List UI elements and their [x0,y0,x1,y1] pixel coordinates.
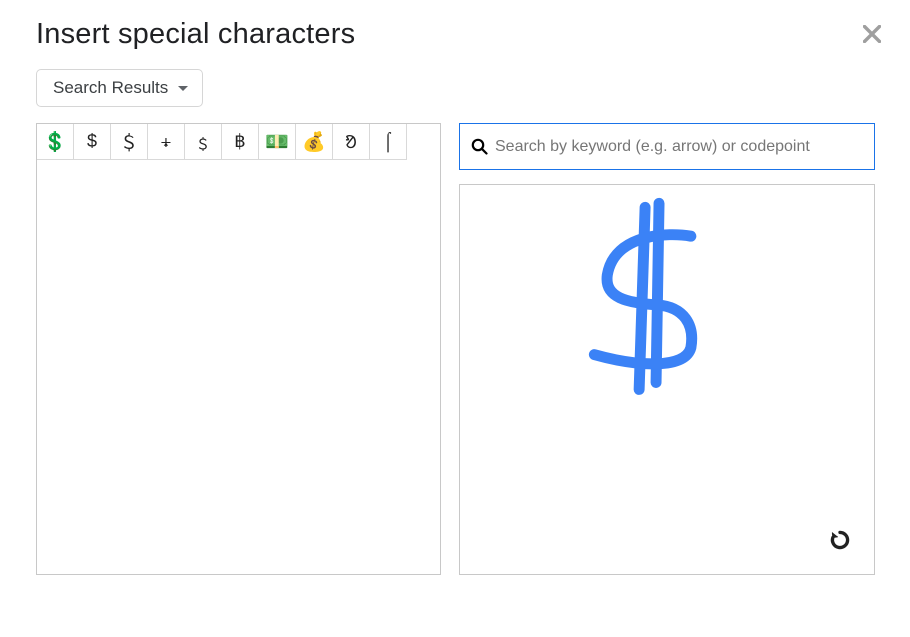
panels: 💲$＄⨨﹩฿💵💰ᱚ⌠ [36,123,880,575]
dropdown-label: Search Results [53,78,168,98]
undo-button[interactable] [824,524,856,556]
chevron-down-icon [178,86,188,91]
undo-icon [827,527,853,553]
character-cell[interactable]: ﹩ [185,124,222,160]
character-cell[interactable]: ᱚ [333,124,370,160]
character-cell[interactable]: ⌠ [370,124,407,160]
close-button[interactable] [860,22,884,46]
character-grid: 💲$＄⨨﹩฿💵💰ᱚ⌠ [37,124,440,160]
handwriting-canvas [460,185,874,574]
search-box[interactable] [459,123,875,170]
character-cell[interactable]: ＄ [111,124,148,160]
insert-special-characters-dialog: Insert special characters Search Results… [0,0,910,637]
character-cell[interactable]: 💲 [37,124,74,160]
character-cell[interactable]: $ [74,124,111,160]
character-cell[interactable]: 💵 [259,124,296,160]
dialog-title: Insert special characters [36,18,880,51]
category-dropdown[interactable]: Search Results [36,69,203,107]
draw-panel[interactable] [459,184,875,575]
character-cell[interactable]: ฿ [222,124,259,160]
right-panel [459,123,875,575]
character-cell[interactable]: 💰 [296,124,333,160]
close-icon [863,25,881,43]
search-input[interactable] [495,138,864,156]
character-cell[interactable]: ⨨ [148,124,185,160]
search-icon [469,137,489,157]
results-panel: 💲$＄⨨﹩฿💵💰ᱚ⌠ [36,123,441,575]
